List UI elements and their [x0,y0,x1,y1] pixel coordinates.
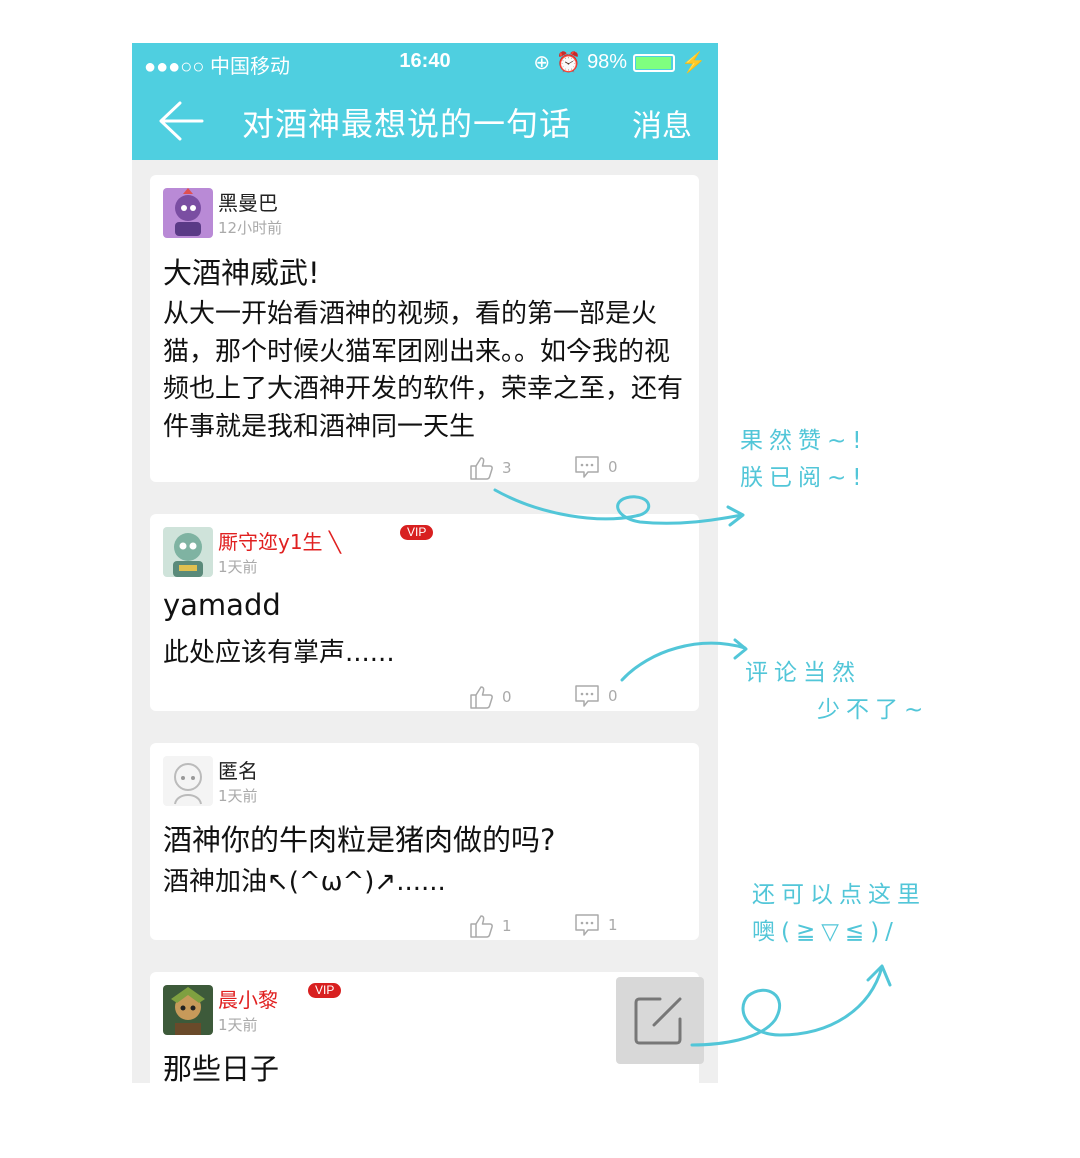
annotation-arrows [493,488,892,1047]
arrow-compose [690,965,884,1047]
arrow-comments [620,641,747,682]
arrowhead-comments [733,638,748,660]
arrow-likes [493,488,744,525]
